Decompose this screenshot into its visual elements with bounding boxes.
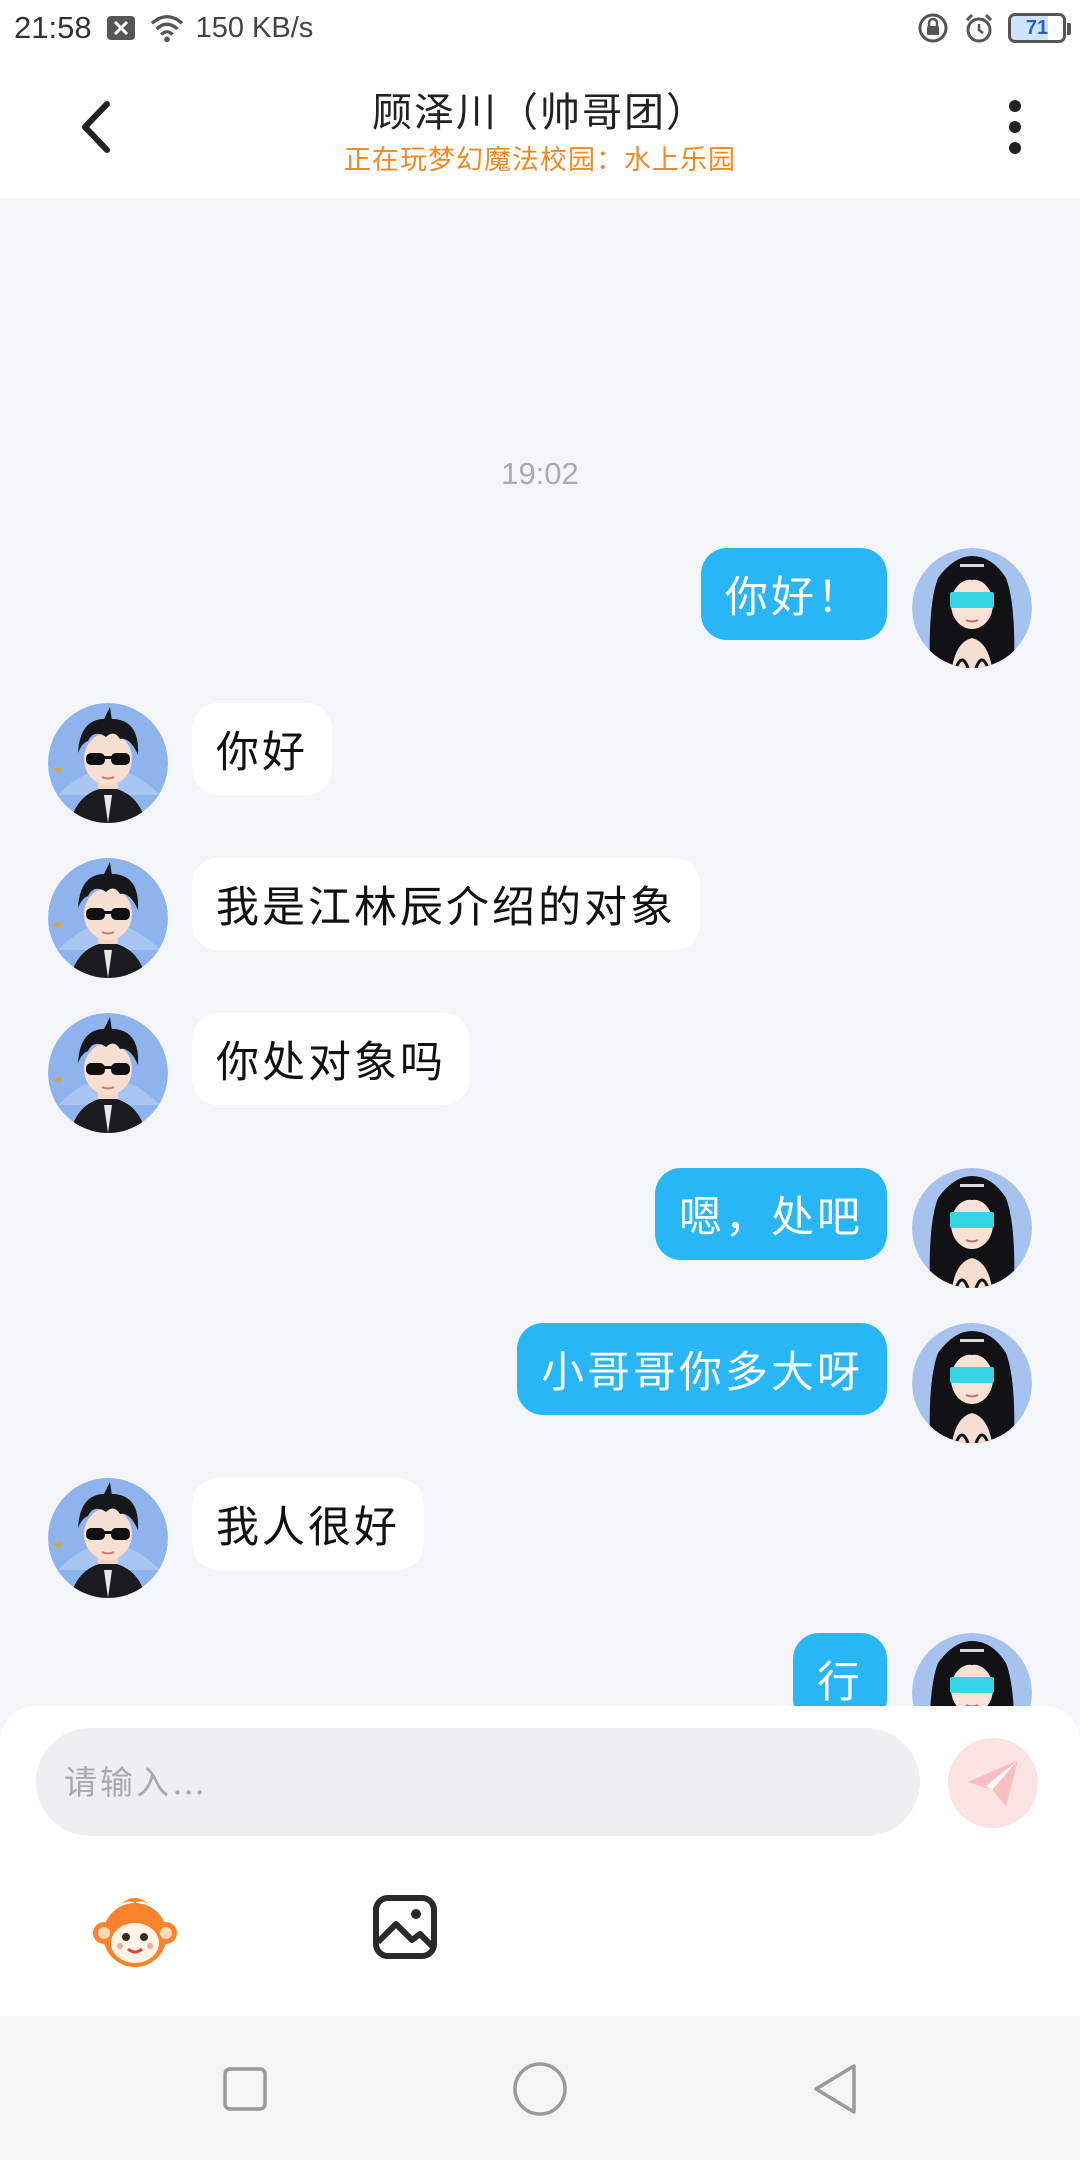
notification-off-icon [104, 11, 138, 45]
message-outgoing: 嗯，处吧 [0, 1168, 1080, 1290]
wifi-icon [150, 11, 184, 45]
battery-icon: 71 [1008, 13, 1071, 43]
message-outgoing: 行 [0, 1633, 1080, 1706]
my-avatar[interactable] [912, 1633, 1032, 1706]
system-nav-bar [0, 2016, 1080, 2160]
emoji-mascot-icon [93, 1898, 177, 1967]
time-divider: 19:02 [501, 456, 579, 491]
message-input[interactable] [36, 1728, 920, 1836]
network-speed: 150 KB/s [195, 11, 314, 44]
my-avatar[interactable] [912, 1323, 1032, 1443]
message-bubble[interactable]: 你好 [192, 703, 332, 795]
chevron-left-icon [82, 101, 110, 153]
chat-header: 顾泽川（帅哥团） 正在玩梦幻魔法校园：水上乐园 [0, 56, 1080, 198]
message-incoming: 我是江林辰介绍的对象 [0, 858, 1080, 980]
send-button[interactable] [948, 1738, 1038, 1828]
message-bubble[interactable]: 你好！ [701, 548, 887, 640]
image-button[interactable] [370, 1892, 440, 1962]
back-nav-button[interactable] [802, 2056, 868, 2122]
back-button[interactable] [60, 92, 130, 162]
image-icon [373, 1895, 437, 1959]
contact-avatar[interactable] [48, 1013, 168, 1133]
recents-square-icon [223, 2067, 267, 2111]
message-outgoing: 小哥哥你多大呀 [0, 1323, 1080, 1445]
message-bubble[interactable]: 我人很好 [192, 1478, 424, 1570]
composer-panel [0, 1706, 1080, 2016]
contact-avatar[interactable] [48, 858, 168, 978]
message-bubble[interactable]: 嗯，处吧 [655, 1168, 887, 1260]
recents-button[interactable] [212, 2056, 278, 2122]
my-avatar[interactable] [912, 548, 1032, 668]
home-button[interactable] [507, 2056, 573, 2122]
message-bubble[interactable]: 小哥哥你多大呀 [517, 1323, 887, 1415]
send-icon [968, 1760, 1018, 1806]
contact-status: 正在玩梦幻魔法校园：水上乐园 [344, 145, 736, 176]
more-vertical-icon [1009, 100, 1021, 154]
more-options-button[interactable] [990, 92, 1040, 162]
home-circle-icon [513, 2062, 567, 2116]
chat-messages[interactable]: 19:02 你好！ 你好我是江林辰介绍的对象 你处对象吗嗯，处吧小哥哥你多大呀我人很… [0, 198, 1080, 1706]
lock-rotation-icon [916, 11, 950, 45]
message-incoming: 你好 [0, 703, 1080, 825]
back-triangle-icon [814, 2064, 856, 2114]
message-bubble[interactable]: 你处对象吗 [192, 1013, 470, 1105]
status-bar-right: 71 [916, 11, 1071, 45]
message-bubble[interactable]: 行 [793, 1633, 887, 1706]
status-bar: 21:58 150 KB/s 71 [0, 0, 1080, 56]
message-outgoing: 你好！ [0, 548, 1080, 670]
status-time: 21:58 [14, 10, 92, 45]
contact-name: 顾泽川（帅哥团） [372, 90, 708, 136]
message-bubble[interactable]: 我是江林辰介绍的对象 [192, 858, 700, 950]
emoji-button[interactable] [90, 1886, 180, 1976]
contact-avatar[interactable] [48, 1478, 168, 1598]
status-bar-left: 21:58 150 KB/s [14, 10, 313, 46]
message-incoming: 我人很好 [0, 1478, 1080, 1600]
contact-avatar[interactable] [48, 703, 168, 823]
my-avatar[interactable] [912, 1168, 1032, 1288]
alarm-icon [962, 11, 996, 45]
message-incoming: 你处对象吗 [0, 1013, 1080, 1135]
